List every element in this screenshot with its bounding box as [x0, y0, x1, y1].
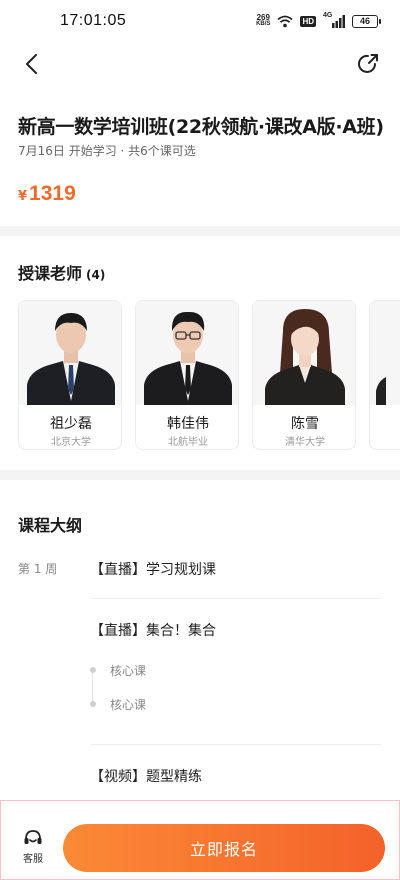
sub-lesson-dot — [90, 667, 96, 673]
signal-indicator: 4G — [323, 12, 345, 28]
battery-indicator: 46 — [352, 14, 381, 28]
share-icon — [358, 54, 378, 73]
teacher-list[interactable]: 祖少磊 北京大学 韩佳伟 北航毕业 陈雪 清华大学 — [18, 300, 400, 452]
net-speed-value: 269 — [256, 13, 270, 22]
teacher-avatar — [253, 301, 355, 405]
course-price: ¥ 1319 — [18, 182, 76, 206]
course-subtitle: 7月16日 开始学习 · 共6个课可选 — [18, 144, 196, 158]
teacher-name: 祖少磊 — [50, 416, 92, 432]
teachers-section: 授课老师 (4) 祖少磊 北京大学 韩佳伟 北航毕业 陈雪 清华大学 — [0, 236, 400, 470]
customer-service-button[interactable]: 客服 — [17, 827, 49, 865]
bottom-action-bar: 客服 立即报名 — [0, 800, 400, 880]
net-speed-unit: KB/S — [256, 21, 271, 27]
status-time: 17:01:05 — [60, 12, 127, 29]
customer-service-label: 客服 — [23, 854, 43, 865]
teacher-school: 北京大学 — [51, 437, 91, 448]
lesson-item[interactable]: 【直播】学习规划课 — [90, 559, 216, 579]
back-button[interactable] — [18, 50, 46, 78]
lesson-divider — [90, 598, 382, 599]
sub-lesson-item[interactable]: 核心课 — [110, 662, 146, 679]
outline-title: 课程大纲 — [18, 516, 83, 535]
share-button[interactable] — [354, 50, 382, 78]
hd-badge: HD — [300, 15, 316, 27]
teacher-name: 陈雪 — [291, 416, 319, 432]
price-symbol: ¥ — [18, 189, 28, 204]
course-title: 新高一数学培训班(22秋领航·课改A版·A班) — [18, 116, 384, 138]
teacher-card[interactable] — [369, 300, 400, 450]
teacher-card[interactable]: 陈雪 清华大学 — [252, 300, 356, 450]
teachers-count: (4) — [86, 268, 106, 282]
teachers-title: 授课老师 (4) — [18, 260, 105, 284]
teacher-name: 韩佳伟 — [167, 416, 209, 432]
status-bar: 17:01:05 269 KB/S HD 4G 46 — [0, 0, 400, 40]
sub-lesson-item[interactable]: 核心课 — [110, 696, 146, 713]
course-header-card: 新高一数学培训班(22秋领航·课改A版·A班) 7月16日 开始学习 · 共6个… — [0, 40, 400, 226]
signal-icon — [332, 14, 345, 28]
lesson-item[interactable]: 【视频】题型精练 — [90, 766, 202, 786]
teacher-card[interactable]: 韩佳伟 北航毕业 — [135, 300, 239, 450]
course-detail-page: 17:01:05 269 KB/S HD 4G 46 新高一数学培训班(22秋领… — [0, 0, 400, 880]
price-value: 1319 — [29, 182, 76, 205]
teachers-title-label: 授课老师 — [18, 264, 83, 283]
lesson-divider — [90, 744, 382, 745]
teacher-avatar — [136, 301, 238, 405]
teacher-school: 清华大学 — [285, 437, 325, 448]
teacher-avatar — [370, 301, 400, 405]
customer-service-icon — [24, 830, 42, 844]
teacher-card[interactable]: 祖少磊 北京大学 — [18, 300, 122, 450]
lesson-item[interactable]: 【直播】集合！集合 — [90, 620, 216, 640]
teacher-avatar — [19, 301, 121, 405]
status-icons: 269 KB/S HD 4G 46 — [256, 12, 381, 28]
chevron-left-icon — [26, 54, 37, 74]
signup-button[interactable]: 立即报名 — [63, 824, 385, 872]
teacher-school: 北航毕业 — [168, 437, 208, 448]
net-speed: 269 KB/S — [256, 14, 270, 28]
sub-lesson-dot — [90, 701, 96, 707]
week-label: 第 1 周 — [18, 562, 58, 576]
wifi-icon — [277, 15, 294, 27]
